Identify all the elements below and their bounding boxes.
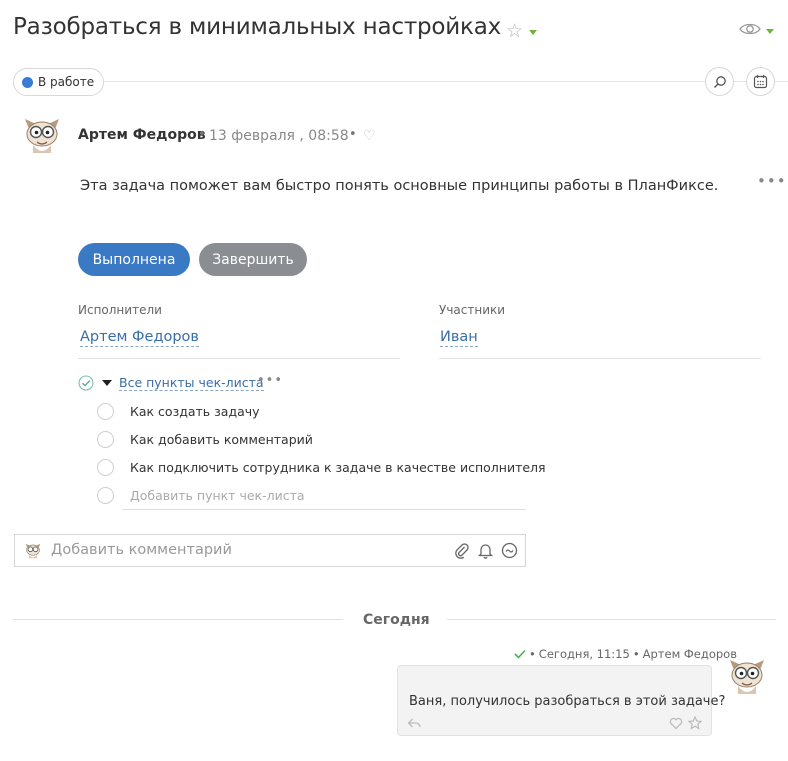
assignees-underline bbox=[78, 358, 400, 359]
done-button[interactable]: Выполнена bbox=[78, 243, 190, 276]
calendar-icon bbox=[753, 75, 768, 89]
status-divider bbox=[13, 81, 788, 82]
favorite-star-icon[interactable]: ☆ bbox=[506, 20, 523, 42]
emoji-icon[interactable] bbox=[501, 542, 518, 559]
participants-label: Участники bbox=[439, 303, 506, 317]
star-icon[interactable] bbox=[688, 716, 702, 730]
participants-value[interactable]: Иван bbox=[440, 329, 478, 347]
favorite-dropdown-icon[interactable] bbox=[529, 30, 537, 35]
comment-placeholder: Добавить комментарий bbox=[51, 542, 232, 558]
status-dot-icon bbox=[22, 76, 33, 88]
message-author-avatar[interactable] bbox=[726, 656, 768, 698]
participants-underline bbox=[439, 358, 761, 359]
status-badge[interactable]: В работе bbox=[13, 68, 105, 96]
meta-separator: • bbox=[349, 127, 357, 142]
day-divider-left bbox=[13, 619, 343, 620]
post-date: 13 февраля , 08:58 bbox=[209, 128, 349, 144]
task-description: Эта задача поможет вам быстро понять осн… bbox=[80, 178, 719, 194]
checklist-item[interactable]: Как подключить сотрудника к задаче в кач… bbox=[97, 458, 546, 476]
checklist-add-checkbox bbox=[97, 486, 114, 504]
like-heart-icon[interactable]: ♡ bbox=[363, 128, 376, 144]
reply-icon[interactable] bbox=[407, 716, 421, 730]
checklist-add-input[interactable]: Добавить пункт чек-листа bbox=[130, 488, 305, 503]
day-label: Сегодня bbox=[363, 612, 430, 628]
message-text: Ваня, получилось разобраться в этой зада… bbox=[409, 694, 726, 709]
checklist-item-label[interactable]: Как добавить комментарий bbox=[130, 432, 313, 447]
post-more-icon[interactable]: ••• bbox=[757, 172, 787, 190]
message-author[interactable]: Артем Федоров bbox=[643, 647, 737, 661]
checklist-item[interactable]: Как добавить комментарий bbox=[97, 430, 313, 448]
post-author[interactable]: Артем Федоров bbox=[78, 127, 206, 143]
day-divider-right bbox=[447, 619, 776, 620]
comment-input[interactable]: Добавить комментарий bbox=[14, 534, 526, 567]
checklist-title[interactable]: Все пункты чек-листа bbox=[119, 375, 264, 391]
checklist-item-label[interactable]: Как подключить сотрудника к задаче в кач… bbox=[130, 460, 546, 475]
status-label: В работе bbox=[38, 75, 95, 89]
participant-link[interactable]: Иван bbox=[440, 329, 478, 347]
meta-separator: • bbox=[529, 647, 536, 661]
attach-icon[interactable] bbox=[453, 542, 470, 559]
comment-avatar bbox=[25, 543, 41, 559]
checklist-add-item[interactable]: Добавить пункт чек-листа bbox=[97, 486, 305, 504]
like-heart-icon[interactable] bbox=[669, 716, 683, 730]
checklist-item[interactable]: Как создать задачу bbox=[97, 402, 260, 420]
message-meta: • Сегодня, 11:15 • Артем Федоров bbox=[514, 647, 737, 661]
meta-separator: • bbox=[198, 127, 206, 142]
delivered-check-icon bbox=[514, 649, 526, 659]
checklist-item-checkbox[interactable] bbox=[97, 458, 114, 476]
checklist-add-underline bbox=[122, 509, 526, 510]
message-time: Сегодня, 11:15 bbox=[538, 647, 630, 661]
message-bubble: Ваня, получилось разобраться в этой зада… bbox=[397, 665, 725, 736]
search-button[interactable] bbox=[705, 67, 734, 96]
checklist-collapse-icon[interactable] bbox=[102, 380, 112, 386]
checklist-title-link[interactable]: Все пункты чек-листа bbox=[119, 375, 264, 391]
checklist-more-icon[interactable]: ••• bbox=[257, 373, 283, 388]
meta-separator: • bbox=[632, 647, 640, 661]
checklist-item-label[interactable]: Как создать задачу bbox=[130, 404, 260, 419]
view-dropdown-icon[interactable] bbox=[766, 29, 774, 34]
checklist-item-checkbox[interactable] bbox=[97, 402, 114, 420]
calendar-button[interactable] bbox=[746, 67, 775, 96]
bell-icon[interactable] bbox=[477, 542, 494, 559]
search-icon bbox=[713, 75, 726, 88]
checklist-item-checkbox[interactable] bbox=[97, 430, 114, 448]
assignees-label: Исполнители bbox=[78, 303, 162, 317]
finish-button[interactable]: Завершить bbox=[199, 243, 307, 276]
assignees-value[interactable]: Артем Федоров bbox=[80, 329, 199, 347]
eye-icon[interactable] bbox=[739, 21, 761, 37]
page-title: Разобраться в минимальных настройках bbox=[13, 14, 502, 40]
checklist-check-icon[interactable] bbox=[78, 375, 94, 391]
assignee-link[interactable]: Артем Федоров bbox=[80, 329, 199, 347]
author-avatar[interactable] bbox=[21, 115, 63, 157]
